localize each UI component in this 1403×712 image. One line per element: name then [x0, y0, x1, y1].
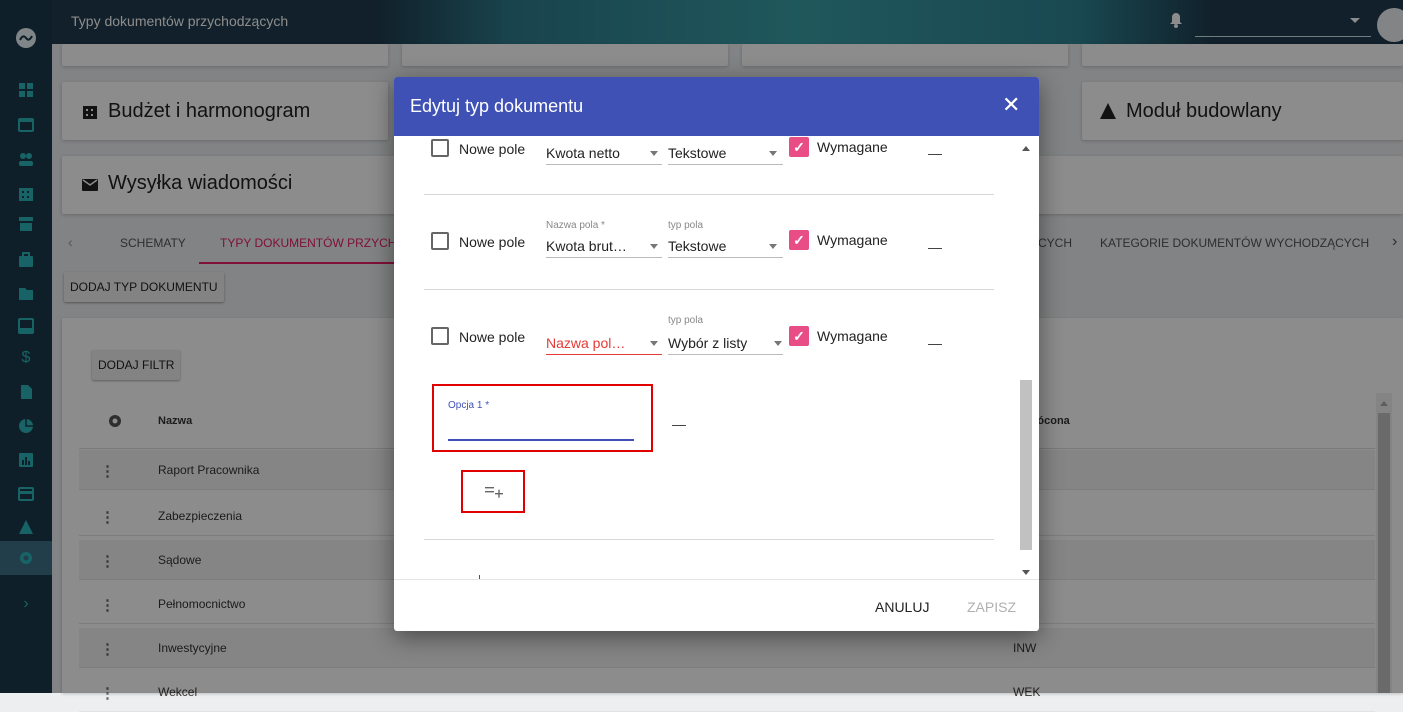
chevron-down-icon[interactable]	[650, 151, 658, 156]
field-row: Nowe pole Nazwa pola * Kwota brut… typ p…	[424, 196, 994, 292]
row-divider	[424, 289, 994, 290]
remove-field-icon[interactable]	[928, 344, 942, 345]
scroll-up-arrow[interactable]	[1022, 146, 1030, 151]
new-field-label: Nowe pole	[459, 234, 526, 250]
chevron-down-icon[interactable]	[769, 244, 777, 249]
field-name-input[interactable]: Kwota netto	[546, 139, 662, 165]
save-button[interactable]: ZAPISZ	[967, 599, 1016, 615]
field-type-caption: typ pola	[668, 220, 704, 231]
chevron-down-icon[interactable]	[774, 341, 782, 346]
dialog-scrollbar[interactable]	[1019, 140, 1033, 583]
chevron-down-icon[interactable]	[769, 151, 777, 156]
required-label: Wymagane	[817, 328, 888, 344]
remove-field-icon[interactable]	[928, 154, 942, 155]
field-type-select[interactable]: Tekstowe	[668, 139, 783, 165]
field-type-select[interactable]: Wybór z listy	[668, 329, 783, 355]
required-checkbox[interactable]: ✓	[789, 230, 809, 250]
new-field-checkbox[interactable]	[431, 327, 449, 345]
dialog-title: Edytuj typ dokumentu	[410, 96, 584, 116]
field-type-select[interactable]: Tekstowe	[668, 232, 783, 258]
edit-document-type-dialog: Edytuj typ dokumentu ✕ Nowe pole Kwota n…	[394, 77, 1039, 631]
field-type-value: Wybór z listy	[668, 335, 748, 351]
field-type-value: Tekstowe	[668, 238, 727, 254]
add-list-icon[interactable]	[485, 484, 503, 498]
dialog-footer: ANULUJ ZAPISZ	[394, 579, 1039, 631]
field-name-input[interactable]: Kwota brut…	[546, 232, 662, 258]
field-row: Nowe pole Kwota netto Tekstowe ✓ Wymagan…	[424, 136, 994, 195]
required-checkbox[interactable]: ✓	[789, 137, 809, 157]
option-caption: Opcja 1 *	[448, 400, 490, 411]
chevron-down-icon[interactable]	[650, 341, 658, 346]
dialog-header: Edytuj typ dokumentu ✕	[394, 77, 1039, 136]
remove-option-icon[interactable]	[672, 425, 686, 426]
new-field-label: Nowe pole	[459, 329, 526, 345]
scrollbar-thumb[interactable]	[1020, 380, 1032, 550]
option-input[interactable]	[448, 415, 634, 441]
field-type-caption: typ pola	[668, 315, 704, 326]
new-field-checkbox[interactable]	[431, 139, 449, 157]
field-name-value: Kwota brut…	[546, 238, 627, 254]
required-label: Wymagane	[817, 232, 888, 248]
field-row: Nowe pole Nazwa pol… typ pola Wybór z li…	[424, 291, 994, 513]
new-field-checkbox[interactable]	[431, 232, 449, 250]
cancel-button[interactable]: ANULUJ	[875, 599, 929, 615]
field-name-input[interactable]: Nazwa pol…	[546, 329, 662, 355]
field-name-value: Kwota netto	[546, 145, 620, 161]
required-checkbox[interactable]: ✓	[789, 326, 809, 346]
remove-field-icon[interactable]	[928, 248, 942, 249]
row-divider	[424, 194, 994, 195]
field-type-value: Tekstowe	[668, 145, 727, 161]
field-name-caption: Nazwa pola *	[546, 220, 605, 231]
scroll-down-arrow[interactable]	[1022, 570, 1030, 575]
close-icon[interactable]: ✕	[1002, 92, 1020, 118]
chevron-down-icon[interactable]	[650, 244, 658, 249]
field-name-value: Nazwa pol…	[546, 335, 626, 351]
new-field-label: Nowe pole	[459, 141, 526, 157]
dialog-body: Nowe pole Kwota netto Tekstowe ✓ Wymagan…	[394, 136, 1039, 579]
required-label: Wymagane	[817, 139, 888, 155]
row-divider	[424, 539, 994, 540]
